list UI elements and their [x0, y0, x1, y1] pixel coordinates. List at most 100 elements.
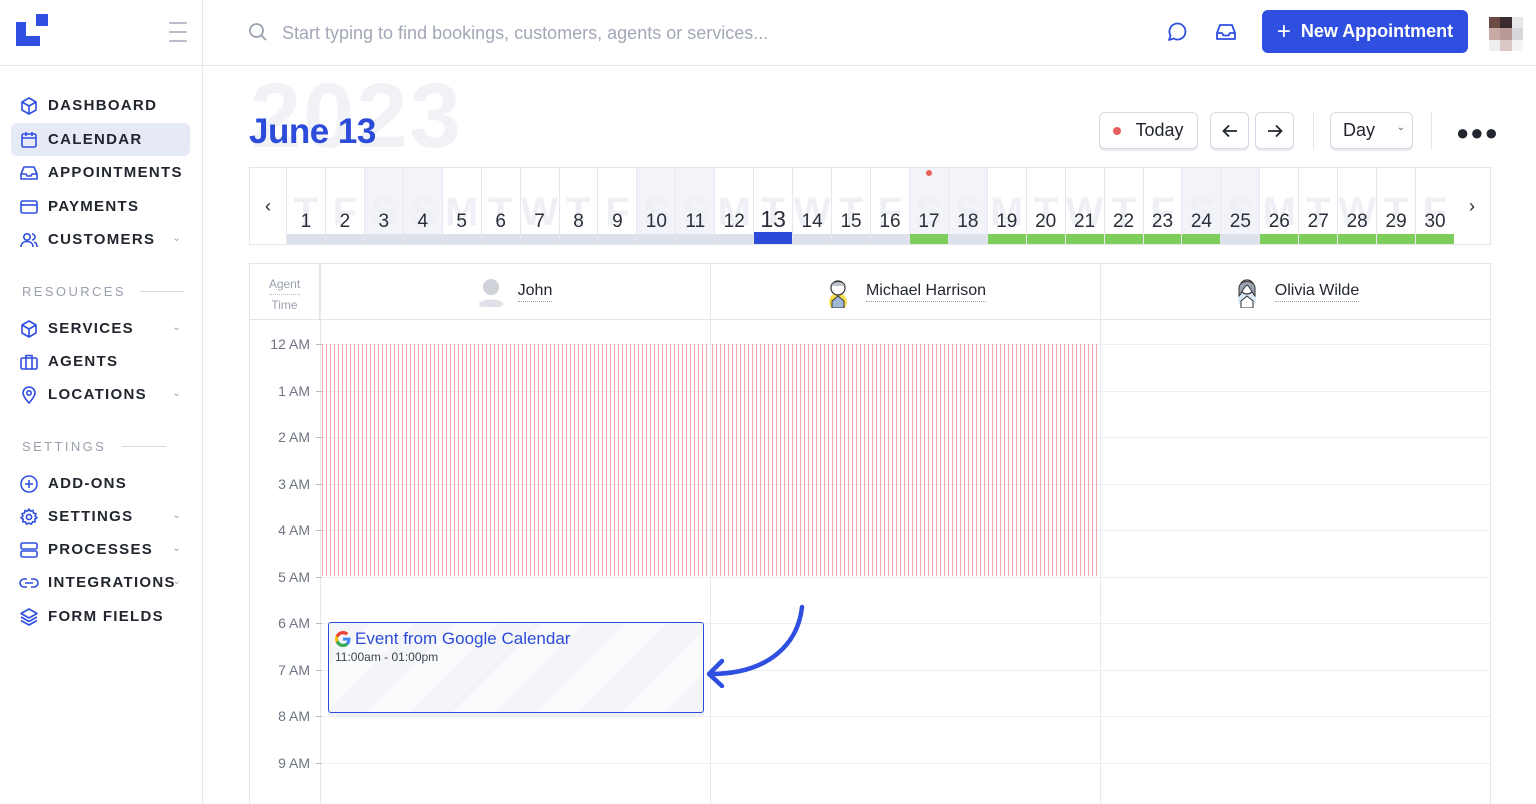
- chat-icon[interactable]: [1165, 20, 1189, 44]
- day-number: 1: [300, 211, 312, 232]
- sidebar-item-calendar[interactable]: CALENDAR: [11, 123, 190, 156]
- sidebar-item-add-ons[interactable]: ADD-ONS: [11, 467, 190, 500]
- day-cell[interactable]: W 28: [1337, 168, 1377, 244]
- sidebar-item-dashboard[interactable]: DASHBOARD: [11, 89, 190, 122]
- google-icon: [335, 631, 351, 647]
- day-cell[interactable]: F9: [597, 168, 637, 244]
- logo-area: [0, 0, 203, 66]
- logo-icon[interactable]: [16, 14, 48, 46]
- day-number: 4: [417, 211, 429, 232]
- availability-bar: [520, 234, 559, 244]
- agent-column-header[interactable]: Olivia Wilde: [1100, 264, 1490, 320]
- hour-line: [320, 716, 1490, 717]
- sidebar-item-customers[interactable]: CUSTOMERS ⌄: [11, 223, 190, 256]
- cube-icon: [21, 319, 37, 338]
- strip-prev-icon[interactable]: ‹: [250, 168, 286, 244]
- menu-toggle-icon[interactable]: [169, 22, 187, 44]
- inbox-icon[interactable]: [1214, 20, 1238, 44]
- sidebar-item-settings[interactable]: SETTINGS ⌄: [11, 500, 190, 533]
- availability-bar: [987, 234, 1026, 244]
- day-cell[interactable]: W 14: [792, 168, 832, 244]
- agent-name: Olivia Wilde: [1274, 282, 1360, 302]
- next-button[interactable]: [1255, 112, 1294, 149]
- day-cell[interactable]: T 27: [1298, 168, 1338, 244]
- today-button[interactable]: Today: [1099, 112, 1198, 149]
- day-cell[interactable]: M 12: [714, 168, 754, 244]
- hour-label: 9 AM: [278, 754, 310, 771]
- hour-tick: [316, 669, 322, 671]
- day-cell[interactable]: S 17: [908, 168, 948, 244]
- sidebar-item-locations[interactable]: LOCATIONS ⌄: [11, 378, 190, 411]
- day-cell[interactable]: T1: [286, 168, 325, 244]
- day-cell[interactable]: W7: [519, 168, 559, 244]
- strip-next-icon[interactable]: ›: [1454, 168, 1490, 244]
- day-cell[interactable]: S 18: [947, 168, 987, 244]
- day-cell[interactable]: T 22: [1103, 168, 1143, 244]
- hour-line: [320, 762, 1490, 764]
- day-cell[interactable]: F2: [324, 168, 364, 244]
- view-select[interactable]: Day ⌄: [1330, 112, 1413, 149]
- day-cell[interactable]: S 24: [1181, 168, 1221, 244]
- availability-bar: [909, 234, 948, 244]
- sidebar-item-agents[interactable]: AGENTS: [11, 345, 190, 378]
- day-cell[interactable]: S 25: [1220, 168, 1260, 244]
- chevron-down-icon[interactable]: ⌄: [172, 233, 182, 244]
- day-cell[interactable]: T 29: [1376, 168, 1416, 244]
- day-cell[interactable]: F 16: [870, 168, 909, 244]
- more-options-icon[interactable]: ●●●: [1456, 120, 1499, 146]
- day-number: 20: [1035, 211, 1057, 232]
- calendar-event[interactable]: Event from Google Calendar 11:00am - 01:…: [328, 622, 704, 713]
- day-number: 3: [378, 211, 390, 232]
- day-cell[interactable]: T 13: [753, 168, 793, 244]
- agent-column-header[interactable]: Michael Harrison: [710, 264, 1100, 320]
- chevron-down-icon[interactable]: ⌄: [172, 322, 182, 333]
- availability-bar: [1026, 234, 1065, 244]
- grid-corner: Agent Time: [250, 264, 320, 320]
- sidebar-item-payments[interactable]: PAYMENTS: [11, 190, 190, 223]
- sidebar-item-form-fields[interactable]: FORM FIELDS: [11, 600, 190, 633]
- day-cell[interactable]: S 11: [675, 168, 715, 244]
- availability-bar: [1065, 234, 1104, 244]
- sidebar-item-appointments[interactable]: APPOINTMENTS: [11, 156, 190, 189]
- day-cell[interactable]: S 10: [636, 168, 676, 244]
- day-cell[interactable]: M 19: [986, 168, 1026, 244]
- day-cell[interactable]: F 23: [1142, 168, 1182, 244]
- day-cell[interactable]: T 15: [831, 168, 870, 244]
- chevron-down-icon[interactable]: ⌄: [172, 510, 182, 521]
- chevron-down-icon[interactable]: ⌄: [172, 388, 182, 399]
- availability-bar: [1182, 234, 1221, 244]
- agent-column-header[interactable]: John: [320, 264, 710, 320]
- day-cell[interactable]: W 21: [1064, 168, 1104, 244]
- sidebar-item-label: SETTINGS: [48, 508, 134, 525]
- day-number: 12: [723, 211, 745, 232]
- corner-bottom-label: Time: [271, 298, 298, 312]
- day-cell[interactable]: T8: [558, 168, 598, 244]
- availability-bar: [1104, 234, 1143, 244]
- day-cell[interactable]: S4: [402, 168, 442, 244]
- day-cell[interactable]: S3: [363, 168, 403, 244]
- top-bar: + New Appointment: [0, 0, 1536, 66]
- day-cell[interactable]: M5: [441, 168, 481, 244]
- availability-bar: [559, 234, 598, 244]
- sidebar-item-processes[interactable]: PROCESSES ⌄: [11, 533, 190, 566]
- chevron-down-icon[interactable]: ⌄: [172, 543, 182, 554]
- search-input[interactable]: [282, 18, 982, 48]
- day-number: 8: [573, 211, 584, 232]
- sidebar-item-integrations[interactable]: INTEGRATIONS ⌄: [11, 566, 190, 599]
- day-cell[interactable]: T 20: [1025, 168, 1065, 244]
- day-number: 24: [1190, 211, 1212, 232]
- event-time: 11:00am - 01:00pm: [335, 650, 439, 664]
- link-icon: [19, 577, 39, 588]
- user-avatar[interactable]: [1489, 17, 1523, 51]
- sidebar-item-services[interactable]: SERVICES ⌄: [11, 312, 190, 345]
- day-cell[interactable]: M 26: [1259, 168, 1299, 244]
- day-cell[interactable]: F 30: [1415, 168, 1454, 244]
- availability-bar: [1260, 234, 1299, 244]
- new-appointment-button[interactable]: + New Appointment: [1262, 10, 1468, 53]
- day-number: 9: [612, 211, 623, 232]
- previous-button[interactable]: [1210, 112, 1249, 149]
- availability-bar: [948, 234, 987, 244]
- day-cell[interactable]: T6: [480, 168, 520, 244]
- availability-bar: [598, 234, 637, 244]
- chevron-down-icon[interactable]: ⌄: [172, 576, 182, 587]
